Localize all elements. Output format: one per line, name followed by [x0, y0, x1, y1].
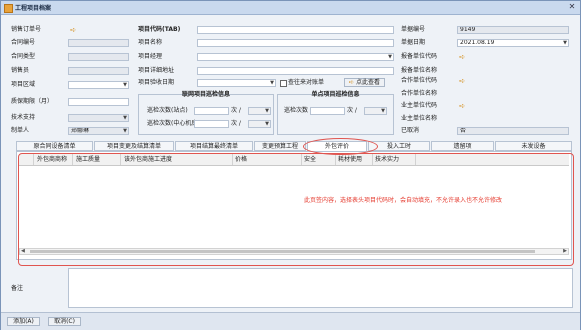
partner-unit-code-label: 合作单位代码 [401, 77, 438, 84]
arrow-right-icon: ➪ [349, 79, 355, 86]
report-unit-name-label: 报备单位名称 [401, 67, 438, 74]
chevron-down-icon[interactable]: ▼ [123, 83, 127, 88]
chevron-down-icon[interactable]: ▼ [123, 116, 127, 121]
contract-number-label: 合同编号 [11, 39, 36, 46]
joint-room-unit: 次 / [231, 120, 241, 127]
window-title: 工程项目档案 [15, 5, 52, 12]
joint-site-count-label: 巡检次数(站点) [147, 107, 188, 114]
tab-final-settlement[interactable]: 项目结算最终清单 [175, 141, 253, 151]
salesperson-label: 销售员 [11, 67, 30, 74]
view-details-label: 点此查看 [355, 79, 380, 86]
partner-unit-pick-icon[interactable]: ➪ [458, 77, 466, 85]
joint-room-period-select[interactable]: ▼ [248, 120, 271, 128]
chevron-down-icon[interactable]: ▼ [563, 41, 567, 46]
project-region-label: 项目区域 [11, 81, 36, 88]
single-unit: 次 / [347, 107, 357, 114]
single-count-input[interactable] [310, 107, 345, 115]
evaluation-panel: 外包商商称 施工质量 该外包商施工进度 价格 安全 耗材使用 技术实力 此页签内… [16, 151, 574, 266]
partner-unit-name-label: 合作单位名称 [401, 90, 438, 97]
sales-order-label: 销售订单号 [11, 26, 42, 33]
tab-change-budget[interactable]: 变更预算工程 [254, 141, 306, 151]
contract-number-field [68, 39, 129, 47]
chevron-down-icon[interactable]: ▼ [270, 81, 274, 86]
remark-textarea[interactable] [68, 268, 573, 308]
tab-change-settlement[interactable]: 项目变更及结算清单 [94, 141, 174, 151]
project-name-label: 项目名称 [138, 39, 163, 46]
doc-number-label: 单据编号 [401, 26, 426, 33]
chevron-down-icon[interactable]: ▼ [388, 55, 392, 60]
joint-site-count-input[interactable] [194, 107, 229, 115]
joint-site-unit: 次 / [231, 107, 241, 114]
add-button[interactable]: 添加(A) [7, 317, 40, 326]
joint-room-count-label: 巡检次数(中心机房) [147, 120, 200, 127]
view-details-button[interactable]: ➪ 点此查看 [344, 78, 385, 87]
highlight-frame [18, 153, 574, 266]
chevron-down-icon[interactable]: ▼ [381, 109, 385, 114]
app-window: 工程项目档案 ✕ 销售订单号 ➪ 合同编号 合同类型 销售员 项目区域 ▼ 质保… [0, 0, 581, 330]
owner-unit-name-label: 业主单位名称 [401, 115, 438, 122]
project-region-select[interactable]: ▼ [68, 81, 129, 89]
cancelled-field: 否 [457, 127, 569, 135]
tech-support-select[interactable]: ▼ [68, 114, 129, 122]
chevron-down-icon[interactable]: ▼ [265, 122, 269, 127]
creator-value: 郑娜琳 [71, 127, 90, 134]
cancelled-label: 已取消 [401, 127, 420, 134]
joint-site-period-select[interactable]: ▼ [248, 107, 271, 115]
close-icon[interactable]: ✕ [567, 2, 577, 12]
project-address-input[interactable] [197, 67, 394, 75]
cancel-button[interactable]: 取消(C) [48, 317, 81, 326]
creator-label: 制单人 [11, 127, 30, 134]
owner-unit-code-label: 业主单位代码 [401, 102, 438, 109]
tab-original-contract[interactable]: 原合同设备清单 [16, 141, 93, 151]
report-unit-pick-icon[interactable]: ➪ [458, 53, 466, 61]
tab-unshipped-equipment[interactable]: 未发设备 [495, 141, 572, 151]
doc-date-label: 单据日期 [401, 39, 426, 46]
doc-number-field: 9149 [457, 26, 569, 34]
doc-date-select[interactable]: 2021.08.19 ▼ [457, 39, 569, 47]
footer-bar: 添加(A) 取消(C) [1, 312, 580, 330]
creator-select[interactable]: 郑娜琳 ▼ [68, 127, 129, 135]
chevron-down-icon[interactable]: ▼ [265, 109, 269, 114]
doc-date-value: 2021.08.19 [460, 39, 495, 46]
sales-order-pick-icon[interactable]: ➪ [69, 26, 77, 34]
highlight-ellipse [303, 138, 378, 155]
contract-type-label: 合同类型 [11, 53, 36, 60]
warranty-period-label: 质保期限（月） [11, 98, 54, 105]
single-period-select[interactable]: ▼ [364, 107, 387, 115]
warranty-period-input[interactable] [68, 98, 129, 106]
joint-inspection-title: 联网项目巡检信息 [181, 91, 230, 98]
statement-checkbox[interactable] [280, 80, 287, 87]
project-manager-select[interactable]: ▼ [197, 53, 394, 61]
single-count-label: 巡检次数 [284, 107, 309, 114]
tech-support-label: 技术支持 [11, 114, 36, 121]
joint-room-count-input[interactable] [194, 120, 229, 128]
salesperson-field [68, 67, 129, 75]
remark-label: 备注 [11, 285, 24, 292]
tab-outstanding-items[interactable]: 遗留项 [431, 141, 494, 151]
contract-type-field [68, 53, 129, 61]
folder-icon [4, 4, 13, 13]
project-code-label: 项目代码(TAB) [138, 26, 181, 33]
acceptance-date-label: 项目验收日期 [138, 79, 175, 86]
report-unit-code-label: 报备单位代码 [401, 53, 438, 60]
project-address-label: 项目详细地址 [138, 67, 175, 74]
project-code-input[interactable] [197, 26, 394, 34]
single-inspection-title: 单点项目巡检信息 [311, 91, 360, 98]
title-bar: 工程项目档案 ✕ [1, 1, 580, 15]
project-manager-label: 项目经理 [138, 53, 163, 60]
acceptance-date-select[interactable]: ▼ [197, 79, 276, 87]
chevron-down-icon[interactable]: ▼ [123, 129, 127, 134]
statement-checkbox-label: 查往来对账单 [288, 79, 325, 86]
project-name-input[interactable] [197, 39, 394, 47]
owner-unit-pick-icon[interactable]: ➪ [458, 102, 466, 110]
